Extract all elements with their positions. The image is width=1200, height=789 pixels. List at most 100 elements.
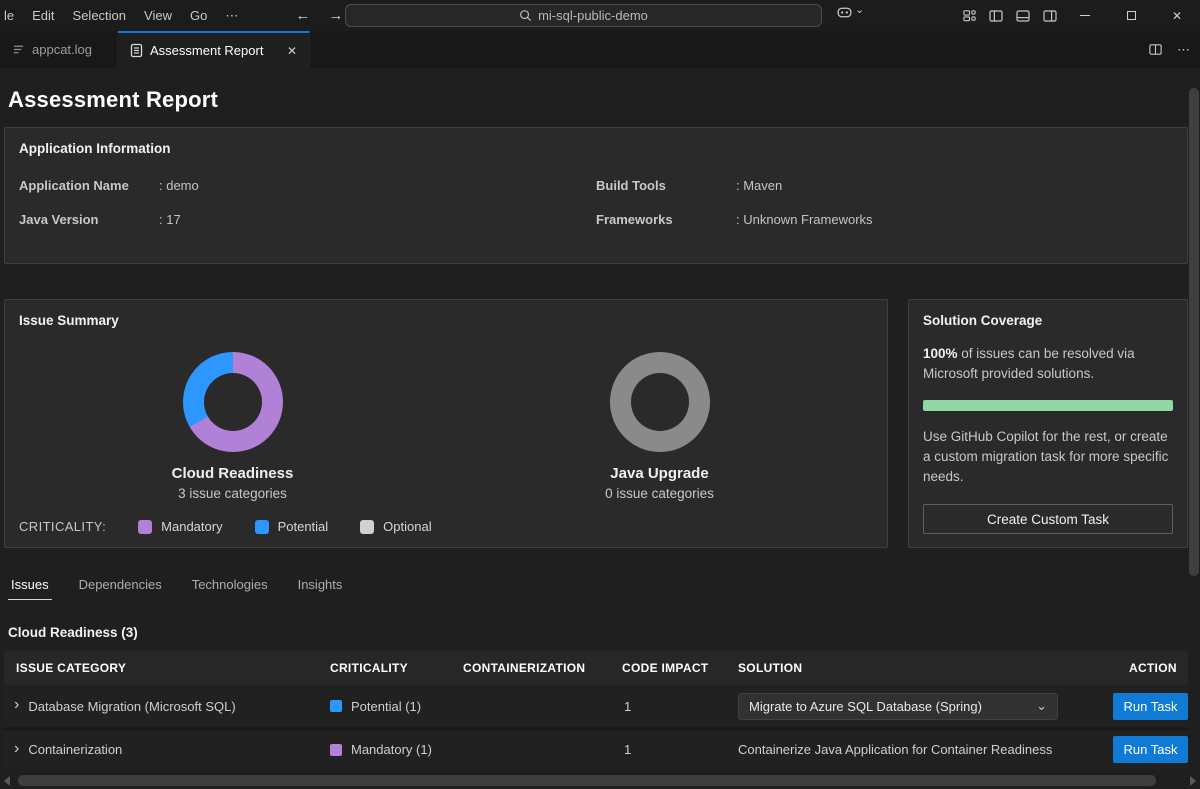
maximize-icon — [1127, 11, 1136, 20]
solution-coverage-title: Solution Coverage — [923, 313, 1173, 328]
field-label: Frameworks — [596, 212, 736, 227]
field-build-tools: Build Tools : Maven — [596, 178, 1173, 193]
copilot-icon — [836, 4, 853, 21]
solution-selected-value: Migrate to Azure SQL Database (Spring) — [749, 699, 982, 714]
legend-item-potential: Potential — [255, 519, 329, 534]
field-value: : 17 — [159, 212, 181, 227]
issue-category[interactable]: Containerization — [28, 742, 122, 757]
vertical-scrollbar[interactable] — [1189, 88, 1199, 769]
menu-view[interactable]: View — [135, 0, 181, 31]
copilot-menu[interactable]: ⌄ — [836, 4, 864, 21]
field-java-version: Java Version : 17 — [19, 212, 596, 227]
coverage-text: 100% of issues can be resolved via Micro… — [923, 344, 1173, 385]
menubar: le Edit Selection View Go ⋯ — [0, 0, 247, 31]
customize-layout-icon[interactable] — [962, 8, 977, 23]
field-frameworks: Frameworks : Unknown Frameworks — [596, 212, 1173, 227]
coverage-percent: 100% — [923, 346, 958, 361]
chevron-right-icon[interactable]: › — [14, 697, 19, 713]
legend-label: CRITICALITY: — [19, 519, 106, 534]
solution-text: Containerize Java Application for Contai… — [738, 742, 1113, 757]
field-label: Build Tools — [596, 178, 736, 193]
tab-label: Assessment Report — [150, 43, 263, 58]
menu-more[interactable]: ⋯ — [216, 0, 247, 31]
tab-appcat-log[interactable]: appcat.log — [0, 31, 118, 68]
search-command-center[interactable]: mi-sql-public-demo — [345, 4, 822, 27]
report-file-icon — [130, 43, 143, 58]
menu-go[interactable]: Go — [181, 0, 216, 31]
chevron-down-icon: ⌄ — [855, 3, 864, 16]
tab-issues[interactable]: Issues — [8, 577, 52, 600]
log-file-icon — [12, 43, 25, 56]
col-code-impact: CODE IMPACT — [622, 661, 738, 675]
issue-summary-panel: Issue Summary Cloud Readiness 3 issue ca… — [4, 299, 888, 548]
split-editor-icon[interactable] — [1148, 42, 1163, 57]
field-label: Java Version — [19, 212, 159, 227]
chart-subtitle: 3 issue categories — [178, 486, 287, 501]
minimize-button[interactable] — [1062, 0, 1108, 31]
create-custom-task-button[interactable]: Create Custom Task — [923, 504, 1173, 534]
page-title: Assessment Report — [8, 87, 1188, 113]
code-impact-value: 1 — [622, 742, 738, 757]
tab-technologies[interactable]: Technologies — [189, 577, 271, 600]
toggle-secondary-sidebar-icon[interactable] — [1042, 8, 1058, 24]
maximize-button[interactable] — [1108, 0, 1154, 31]
menu-edit[interactable]: Edit — [23, 0, 63, 31]
close-icon: ✕ — [1172, 9, 1182, 23]
run-task-button[interactable]: Run Task — [1113, 693, 1188, 720]
col-solution: SOLUTION — [738, 661, 1113, 675]
close-window-button[interactable]: ✕ — [1154, 0, 1200, 31]
window-titlebar: le Edit Selection View Go ⋯ ← → mi-sql-p… — [0, 0, 1200, 31]
chart-title: Java Upgrade — [610, 465, 708, 482]
menu-file[interactable]: le — [0, 0, 23, 31]
back-icon[interactable]: ← — [295, 7, 310, 24]
report-section-tabs: Issues Dependencies Technologies Insight… — [4, 577, 1188, 600]
legend-item-optional: Optional — [360, 519, 431, 534]
java-upgrade-donut — [610, 352, 710, 452]
vertical-scrollbar-thumb[interactable] — [1189, 88, 1199, 576]
toggle-sidebar-icon[interactable] — [988, 8, 1004, 24]
search-value: mi-sql-public-demo — [538, 8, 648, 23]
potential-swatch — [255, 520, 269, 534]
field-label: Application Name — [19, 178, 159, 193]
close-tab-icon[interactable]: ✕ — [287, 44, 297, 58]
code-impact-value: 1 — [622, 699, 738, 714]
field-value: : Maven — [736, 178, 782, 193]
tab-assessment-report[interactable]: Assessment Report ✕ — [118, 31, 310, 68]
table-row-database-migration: › Database Migration (Microsoft SQL) Pot… — [4, 685, 1188, 727]
horizontal-scrollbar-thumb[interactable] — [18, 775, 1156, 786]
coverage-progressbar — [923, 400, 1173, 411]
toggle-panel-icon[interactable] — [1015, 8, 1031, 24]
col-action: ACTION — [1113, 661, 1188, 675]
issue-category[interactable]: Database Migration (Microsoft SQL) — [28, 699, 235, 714]
java-upgrade-chart: Java Upgrade 0 issue categories — [446, 352, 873, 501]
criticality-label: Potential (1) — [351, 699, 421, 714]
donut-hole — [204, 373, 262, 431]
application-information-panel: Application Information Application Name… — [4, 127, 1188, 264]
criticality-label: Mandatory (1) — [351, 742, 432, 757]
solution-dropdown[interactable]: Migrate to Azure SQL Database (Spring) ⌄ — [738, 693, 1058, 720]
more-actions-icon[interactable]: ⋯ — [1177, 42, 1190, 58]
legend-text: Optional — [383, 519, 431, 534]
chart-subtitle: 0 issue categories — [605, 486, 714, 501]
horizontal-scrollbar[interactable] — [0, 773, 1200, 788]
forward-icon[interactable]: → — [328, 7, 343, 24]
tab-insights[interactable]: Insights — [295, 577, 346, 600]
solution-coverage-panel: Solution Coverage 100% of issues can be … — [908, 299, 1188, 548]
scroll-right-icon[interactable] — [1190, 776, 1196, 786]
application-information-title: Application Information — [19, 141, 1173, 156]
coverage-progress-fill — [923, 400, 1173, 411]
tab-dependencies[interactable]: Dependencies — [76, 577, 165, 600]
chevron-down-icon: ⌄ — [1036, 698, 1047, 714]
tab-label: appcat.log — [32, 42, 92, 57]
search-icon — [519, 9, 532, 22]
issues-table-header: ISSUE CATEGORY CRITICALITY CONTAINERIZAT… — [4, 651, 1188, 685]
menu-selection[interactable]: Selection — [64, 0, 135, 31]
mandatory-swatch — [138, 520, 152, 534]
report-content: Assessment Report Application Informatio… — [0, 68, 1200, 789]
minimize-icon — [1080, 15, 1090, 16]
chevron-right-icon[interactable]: › — [14, 741, 19, 757]
col-containerization: CONTAINERIZATION — [463, 661, 622, 675]
legend-text: Mandatory — [161, 519, 222, 534]
scroll-left-icon[interactable] — [4, 776, 10, 786]
run-task-button[interactable]: Run Task — [1113, 736, 1188, 763]
